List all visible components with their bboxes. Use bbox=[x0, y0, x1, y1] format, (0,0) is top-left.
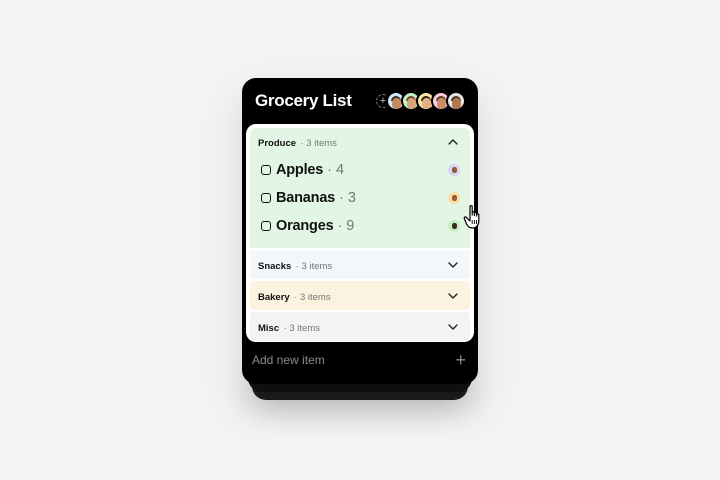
avatar-face bbox=[436, 97, 446, 109]
avatar-face bbox=[451, 223, 457, 229]
section-header-produce[interactable]: Produce · 3 items bbox=[250, 128, 470, 156]
section-name: Produce bbox=[258, 138, 297, 149]
item-checkbox[interactable] bbox=[261, 165, 271, 175]
widget-header: Grocery List + bbox=[242, 78, 478, 124]
section-snacks: Snacks · 3 items bbox=[250, 250, 470, 279]
list-item[interactable]: Bananas · 3 bbox=[250, 184, 470, 212]
item-name: Apples bbox=[276, 162, 324, 178]
grocery-list-widget: Grocery List + Produce · 3 items Apples … bbox=[242, 78, 478, 384]
item-name: Bananas bbox=[276, 190, 336, 206]
section-count: · 3 items bbox=[283, 322, 321, 334]
item-checkbox[interactable] bbox=[261, 221, 271, 231]
item-quantity: · 4 bbox=[327, 162, 345, 178]
list-item[interactable]: Apples · 4 bbox=[250, 156, 470, 184]
section-header-misc[interactable]: Misc · 3 items bbox=[250, 312, 470, 341]
section-count: · 3 items bbox=[295, 260, 333, 272]
hand-pointer-cursor-icon bbox=[463, 205, 480, 229]
list-card: Produce · 3 items Apples · 4 Bananas · 3… bbox=[246, 124, 474, 342]
avatar-face bbox=[451, 167, 457, 173]
assignee-avatar[interactable] bbox=[448, 192, 460, 204]
add-item-bar: + bbox=[242, 342, 478, 378]
plus-icon[interactable]: + bbox=[455, 351, 466, 369]
assignee-avatar[interactable] bbox=[448, 164, 460, 176]
collaborator-avatar[interactable] bbox=[446, 91, 466, 111]
section-name: Misc bbox=[258, 322, 280, 334]
avatar-face bbox=[391, 97, 401, 109]
chevron-up-icon[interactable] bbox=[448, 139, 458, 145]
section-count: · 3 items bbox=[300, 138, 337, 149]
widget-title: Grocery List bbox=[255, 91, 352, 110]
section-count: · 3 items bbox=[294, 291, 331, 303]
section-name: Snacks bbox=[258, 260, 292, 272]
avatar-face bbox=[451, 195, 457, 201]
item-quantity: · 9 bbox=[337, 218, 355, 234]
avatar-face bbox=[406, 97, 416, 109]
assignee-avatar[interactable] bbox=[448, 220, 460, 232]
item-checkbox[interactable] bbox=[261, 193, 271, 203]
avatar-face bbox=[421, 97, 431, 109]
chevron-down-icon[interactable] bbox=[448, 292, 458, 299]
item-quantity: · 3 bbox=[339, 190, 356, 206]
item-name: Oranges bbox=[276, 218, 334, 234]
section-misc: Misc · 3 items bbox=[250, 312, 470, 341]
collaborator-avatars: + bbox=[376, 91, 466, 111]
chevron-down-icon[interactable] bbox=[448, 323, 458, 330]
section-produce: Produce · 3 items Apples · 4 Bananas · 3… bbox=[250, 128, 470, 248]
list-item[interactable]: Oranges · 9 bbox=[250, 212, 470, 240]
section-header-bakery[interactable]: Bakery · 3 items bbox=[250, 281, 470, 310]
add-item-input[interactable] bbox=[252, 353, 412, 367]
section-name: Bakery bbox=[258, 291, 290, 303]
section-bakery: Bakery · 3 items bbox=[250, 281, 470, 310]
section-header-snacks[interactable]: Snacks · 3 items bbox=[250, 250, 470, 279]
chevron-down-icon[interactable] bbox=[448, 261, 458, 268]
avatar-face bbox=[451, 97, 461, 109]
